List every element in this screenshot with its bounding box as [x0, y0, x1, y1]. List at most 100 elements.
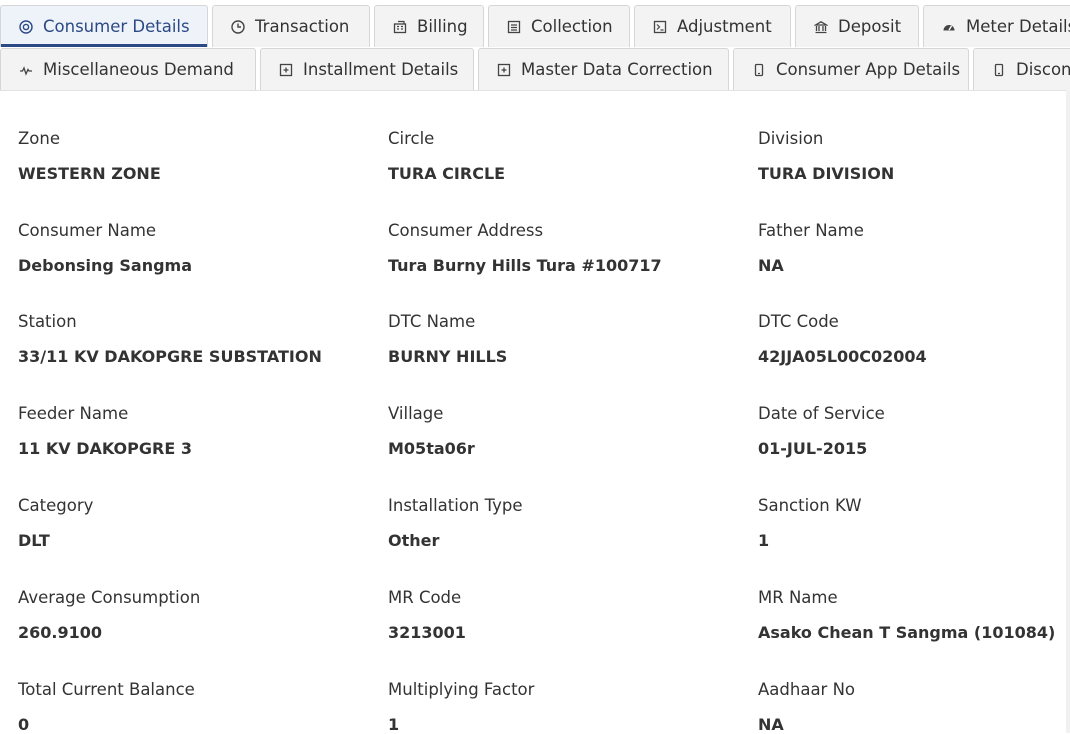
tab-label: Collection: [531, 17, 613, 36]
field-label: DTC Name: [388, 312, 476, 331]
field-village: Village M05ta06r: [388, 404, 475, 458]
field-value: 260.9100: [18, 623, 103, 642]
tab-adjustment[interactable]: Adjustment: [634, 5, 791, 47]
tab-miscellaneous-demand[interactable]: Miscellaneous Demand: [0, 48, 256, 90]
field-value: Tura Burny Hills Tura #100717: [388, 256, 662, 275]
field-label: Feeder Name: [18, 404, 129, 423]
field-label: Division: [758, 129, 824, 148]
field-value: TURA CIRCLE: [388, 164, 506, 183]
scrollbar[interactable]: [1066, 90, 1070, 733]
field-value: 01-JUL-2015: [758, 439, 868, 458]
tab-row-primary: Consumer Details Transaction Billing Col…: [0, 5, 1070, 47]
bank-icon: [812, 18, 830, 36]
tab-label: Installment Details: [303, 60, 459, 79]
field-average-consumption: Average Consumption 260.9100: [18, 588, 200, 642]
tab-bar: Consumer Details Transaction Billing Col…: [0, 0, 1070, 90]
field-label: Multiplying Factor: [388, 680, 535, 699]
tab-billing[interactable]: Billing: [374, 5, 484, 47]
tab-label: Billing: [417, 17, 468, 36]
field-label: Average Consumption: [18, 588, 201, 607]
field-value: NA: [758, 256, 784, 275]
field-value: TURA DIVISION: [758, 164, 895, 183]
field-zone: Zone WESTERN ZONE: [18, 129, 161, 183]
field-value: Asako Chean T Sangma (101084): [758, 623, 1056, 642]
plus-square-icon: [277, 61, 295, 79]
gauge-icon: [940, 18, 958, 36]
field-label: Village: [388, 404, 444, 423]
field-label: Installation Type: [388, 496, 523, 515]
tab-row-secondary: Miscellaneous Demand Installment Details…: [0, 48, 1070, 90]
field-value: Debonsing Sangma: [18, 256, 193, 275]
field-value: 0: [18, 715, 30, 734]
field-value: DLT: [18, 531, 50, 550]
field-date-of-service: Date of Service 01-JUL-2015: [758, 404, 885, 458]
field-consumer-address: Consumer Address Tura Burny Hills Tura #…: [388, 221, 662, 275]
tab-label: Disconn: [1016, 60, 1070, 79]
field-consumer-name: Consumer Name Debonsing Sangma: [18, 221, 192, 275]
list-icon: [505, 18, 523, 36]
tab-disconnection[interactable]: Disconn: [973, 48, 1070, 90]
field-label: Consumer Name: [18, 221, 157, 240]
field-value: Other: [388, 531, 440, 550]
field-label: Total Current Balance: [18, 680, 195, 699]
pulse-icon: [17, 61, 35, 79]
field-value: 42JJA05L00C02004: [758, 347, 927, 366]
tab-label: Consumer App Details: [776, 60, 961, 79]
tab-deposit[interactable]: Deposit: [795, 5, 919, 47]
field-value: M05ta06r: [388, 439, 475, 458]
field-aadhaar-no: Aadhaar No NA: [758, 680, 855, 734]
field-label: Circle: [388, 129, 435, 148]
field-value: NA: [758, 715, 784, 734]
field-label: Consumer Address: [388, 221, 544, 240]
tab-collection[interactable]: Collection: [488, 5, 630, 47]
field-mr-name: MR Name Asako Chean T Sangma (101084): [758, 588, 1055, 642]
calculator-icon: [391, 18, 409, 36]
field-circle: Circle TURA CIRCLE: [388, 129, 505, 183]
tab-label: Miscellaneous Demand: [43, 60, 234, 79]
tab-transaction[interactable]: Transaction: [212, 5, 370, 47]
field-father-name: Father Name NA: [758, 221, 864, 275]
field-station: Station 33/11 KV DAKOPGRE SUBSTATION: [18, 312, 322, 366]
tab-meter-details[interactable]: Meter Details: [923, 5, 1070, 47]
field-label: Category: [18, 496, 94, 515]
target-icon: [17, 18, 35, 36]
field-label: Father Name: [758, 221, 864, 240]
tab-master-data-correction[interactable]: Master Data Correction: [478, 48, 729, 90]
field-label: DTC Code: [758, 312, 839, 331]
mobile-icon: [990, 61, 1008, 79]
field-label: MR Name: [758, 588, 838, 607]
tab-label: Consumer Details: [43, 17, 190, 36]
field-feeder-name: Feeder Name 11 KV DAKOPGRE 3: [18, 404, 192, 458]
field-label: Date of Service: [758, 404, 885, 423]
field-category: Category DLT: [18, 496, 93, 550]
field-value: 33/11 KV DAKOPGRE SUBSTATION: [18, 347, 322, 366]
field-value: 11 KV DAKOPGRE 3: [18, 439, 192, 458]
tab-label: Deposit: [838, 17, 902, 36]
tab-label: Master Data Correction: [521, 60, 713, 79]
field-multiplying-factor: Multiplying Factor 1: [388, 680, 534, 734]
field-label: Aadhaar No: [758, 680, 856, 699]
field-value: 1: [758, 531, 770, 550]
field-value: 1: [388, 715, 400, 734]
mobile-icon: [750, 61, 768, 79]
field-dtc-code: DTC Code 42JJA05L00C02004: [758, 312, 927, 366]
tab-installment-details[interactable]: Installment Details: [260, 48, 474, 90]
field-mr-code: MR Code 3213001: [388, 588, 466, 642]
tab-label: Transaction: [255, 17, 350, 36]
tab-label: Adjustment: [677, 17, 772, 36]
field-total-current-balance: Total Current Balance 0: [18, 680, 195, 734]
field-label: Zone: [18, 129, 61, 148]
field-value: BURNY HILLS: [388, 347, 508, 366]
field-division: Division TURA DIVISION: [758, 129, 894, 183]
field-dtc-name: DTC Name BURNY HILLS: [388, 312, 507, 366]
field-value: WESTERN ZONE: [18, 164, 161, 183]
terminal-icon: [651, 18, 669, 36]
field-installation-type: Installation Type Other: [388, 496, 523, 550]
field-sanction-kw: Sanction KW 1: [758, 496, 862, 550]
clock-icon: [229, 18, 247, 36]
field-label: Station: [18, 312, 77, 331]
field-label: MR Code: [388, 588, 462, 607]
tab-consumer-details[interactable]: Consumer Details: [0, 5, 208, 47]
tab-consumer-app-details[interactable]: Consumer App Details: [733, 48, 969, 90]
field-label: Sanction KW: [758, 496, 862, 515]
